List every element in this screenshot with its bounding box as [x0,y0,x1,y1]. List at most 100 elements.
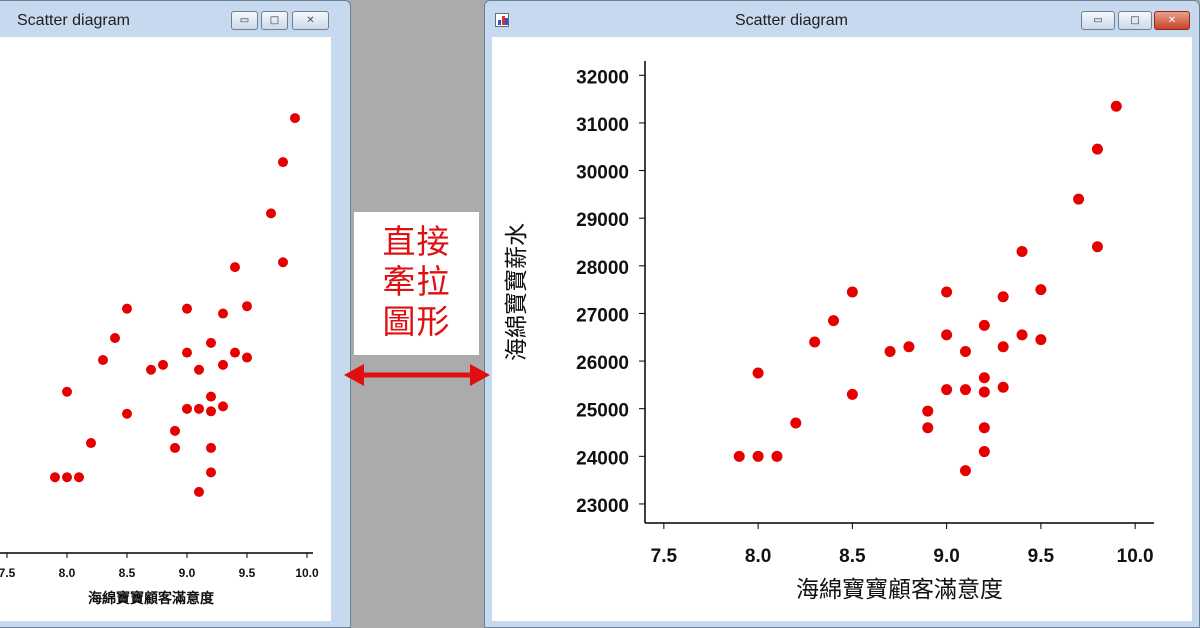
data-point [62,386,72,397]
y-tick-label: 24000 [576,448,629,469]
title-bar[interactable]: Scatter diagram ▭ □ ✕ [485,1,1199,37]
x-tick-label: 9.0 [933,546,959,567]
data-point [941,286,953,298]
data-point [978,386,990,398]
y-tick-label: 30000 [576,163,629,184]
data-point [278,257,288,268]
data-point [1073,193,1085,205]
data-point [122,408,132,419]
maximize-button[interactable]: □ [1118,11,1152,30]
scatter-window-right[interactable]: Scatter diagram ▭ □ ✕ 7.5 8.0 8.5 9.0 9.5 10.… [484,0,1200,628]
data-point [1091,143,1103,155]
data-point [922,405,934,417]
data-point [733,450,745,462]
data-point [997,381,1009,393]
data-point [74,472,84,483]
data-point [206,406,216,417]
window-title: Scatter diagram [735,12,848,29]
data-point [206,442,216,453]
scatter-window-left[interactable]: Scatter diagram ▭ □ ✕ 7.5 8.0 8.5 9.0 9.5 10.… [0,0,351,628]
data-point [884,346,896,358]
y-axis-title: 海綿寶寶薪水 [503,223,529,361]
close-button[interactable]: ✕ [292,11,329,30]
data-point [1016,246,1028,258]
data-point [1035,284,1047,296]
data-point [941,329,953,341]
annotation-box: 直接 牽拉 圖形 [354,212,479,355]
data-point [959,346,971,358]
x-tick-label: 9.5 [1028,546,1055,567]
data-point [846,286,858,298]
y-tick-label: 25000 [576,401,629,422]
data-point [158,359,168,370]
data-point [941,384,953,396]
data-point [110,332,120,343]
data-point [752,367,764,379]
y-tick-label: 28000 [576,258,629,279]
x-tick-label: 9.5 [239,566,256,580]
y-tick-label: 27000 [576,305,629,326]
x-tick-label: 8.0 [745,546,771,567]
x-tick-label: 8.5 [839,546,866,567]
data-point [170,442,180,453]
data-point [194,486,204,497]
data-point [1016,329,1028,341]
data-point [978,422,990,434]
data-point [182,303,192,314]
maximize-button[interactable]: □ [261,11,288,30]
data-point [997,291,1009,303]
x-tick-label: 10.0 [1117,546,1154,567]
data-point [978,372,990,384]
double-arrow-icon [344,364,490,386]
annotation-line: 牽拉 [382,262,451,301]
data-point [278,157,288,168]
x-axis-title: 海綿寶寶顧客滿意度 [796,576,1003,602]
data-point [846,388,858,400]
annotation-line: 圖形 [382,302,451,341]
data-point [809,336,821,348]
title-bar[interactable]: Scatter diagram ▭ □ ✕ [0,1,350,37]
data-point [194,403,204,414]
annotation-line: 直接 [382,222,451,261]
x-tick-label: 8.0 [59,566,76,580]
data-point [218,308,228,319]
close-button[interactable]: ✕ [1154,11,1190,30]
y-tick-label: 32000 [576,67,629,88]
x-tick-label: 7.5 [651,546,678,567]
data-point [182,347,192,358]
data-point [959,465,971,477]
chart-area: 7.5 8.0 8.5 9.0 9.5 10.0 海綿寶寶顧客滿意度 [0,37,331,621]
data-point [86,438,96,449]
x-axis-title: 海綿寶寶顧客滿意度 [88,590,215,606]
scatter-chart-right: 7.5 8.0 8.5 9.0 9.5 10.0 23000 24000 25000 26000 2… [503,61,1154,602]
scatter-chart-left: 7.5 8.0 8.5 9.0 9.5 10.0 海綿寶寶顧客滿意度 [0,113,319,606]
data-point [978,319,990,331]
data-point [922,422,934,434]
data-point [1035,334,1047,346]
data-point [218,359,228,370]
data-point [206,467,216,478]
minimize-button[interactable]: ▭ [231,11,258,30]
data-point [1091,241,1103,253]
window-title: Scatter diagram [17,12,130,29]
data-point [242,352,252,363]
data-point [182,403,192,414]
y-tick-label: 29000 [576,210,629,231]
y-tick-label: 23000 [576,496,629,517]
data-point [62,472,72,483]
minimize-button[interactable]: ▭ [1081,11,1115,30]
data-point [752,450,764,462]
data-point [290,113,300,124]
data-point [206,391,216,402]
x-tick-label: 8.5 [119,566,136,580]
data-point [1110,100,1122,112]
x-tick-label: 7.5 [0,566,16,580]
data-point [230,347,240,358]
data-point [997,341,1009,353]
data-point [959,384,971,396]
chart-app-icon [495,13,509,27]
data-point [771,450,783,462]
data-point [903,341,915,353]
data-point [978,446,990,458]
data-point [828,315,840,327]
